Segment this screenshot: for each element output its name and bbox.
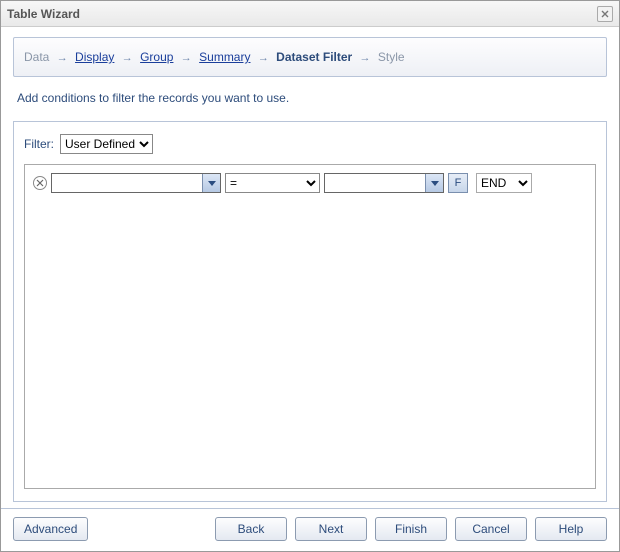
back-button[interactable]: Back xyxy=(215,517,287,541)
breadcrumb: Data → Display → Group → Summary → Datas… xyxy=(13,37,607,77)
remove-condition-icon[interactable] xyxy=(33,176,47,190)
finish-button[interactable]: Finish xyxy=(375,517,447,541)
crumb-style: Style xyxy=(378,50,405,64)
titlebar: Table Wizard xyxy=(1,1,619,27)
dialog-footer: Advanced Back Next Finish Cancel Help xyxy=(1,508,619,551)
crumb-summary[interactable]: Summary xyxy=(199,50,250,64)
table-wizard-dialog: Table Wizard Data → Display → Group → Su… xyxy=(0,0,620,552)
description-text: Add conditions to filter the records you… xyxy=(17,91,603,105)
footer-buttons: Back Next Finish Cancel Help xyxy=(215,517,607,541)
conditions-box: = F END xyxy=(24,164,596,489)
value-combo-input[interactable] xyxy=(325,174,425,192)
dialog-body: Data → Display → Group → Summary → Datas… xyxy=(1,27,619,508)
value-combo[interactable] xyxy=(324,173,444,193)
arrow-icon: → xyxy=(258,52,269,64)
condition-row: = F END xyxy=(33,173,587,193)
close-icon[interactable] xyxy=(597,6,613,22)
crumb-group[interactable]: Group xyxy=(140,50,173,64)
next-button[interactable]: Next xyxy=(295,517,367,541)
chevron-down-icon[interactable] xyxy=(425,174,443,192)
formula-button[interactable]: F xyxy=(448,173,468,193)
operator-select[interactable]: = xyxy=(225,173,320,193)
arrow-icon: → xyxy=(181,52,192,64)
chevron-down-icon[interactable] xyxy=(202,174,220,192)
logic-select[interactable]: END xyxy=(476,173,532,193)
crumb-display[interactable]: Display xyxy=(75,50,114,64)
field-combo[interactable] xyxy=(51,173,221,193)
cancel-button[interactable]: Cancel xyxy=(455,517,527,541)
crumb-data: Data xyxy=(24,50,49,64)
arrow-icon: → xyxy=(57,52,68,64)
advanced-button[interactable]: Advanced xyxy=(13,517,88,541)
window-title: Table Wizard xyxy=(7,7,597,21)
crumb-dataset-filter: Dataset Filter xyxy=(276,50,352,64)
filter-panel: Filter: User Defined = xyxy=(13,121,607,502)
filter-label: Filter: xyxy=(24,137,54,151)
field-combo-input[interactable] xyxy=(52,174,202,192)
arrow-icon: → xyxy=(122,52,133,64)
help-button[interactable]: Help xyxy=(535,517,607,541)
arrow-icon: → xyxy=(360,52,371,64)
filter-type-select[interactable]: User Defined xyxy=(60,134,153,154)
filter-type-row: Filter: User Defined xyxy=(24,134,596,154)
